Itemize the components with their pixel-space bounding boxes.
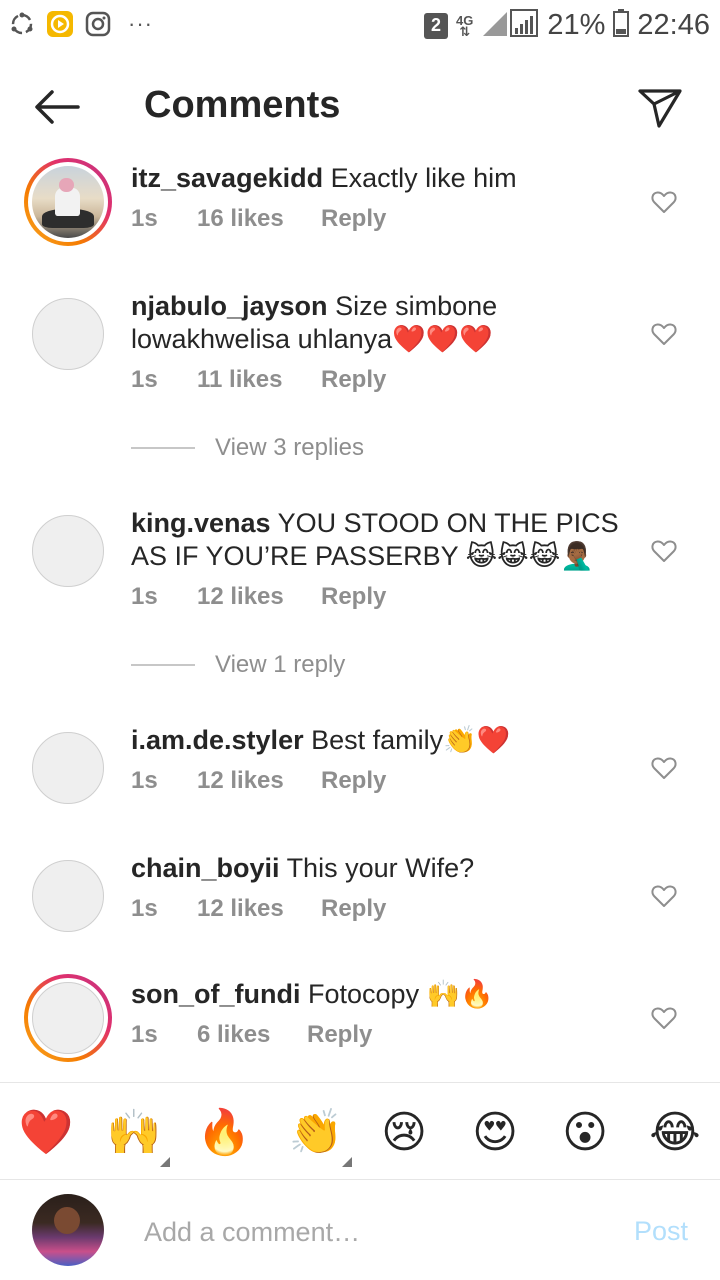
clock: 22:46 xyxy=(637,9,710,41)
comment-username[interactable]: son_of_fundi xyxy=(131,979,301,1009)
heart-outline-icon xyxy=(651,540,677,562)
play-app-icon xyxy=(46,10,74,38)
comment-username[interactable]: king.venas xyxy=(131,508,271,538)
more-notifications-icon: ··· xyxy=(128,11,153,36)
emoji-laugh-button[interactable]: 😂 xyxy=(647,1105,703,1161)
comment-time: 1s xyxy=(131,366,158,393)
comment-text: njabulo_jayson Size simbone lowakhwelisa… xyxy=(131,291,498,354)
comment-text: chain_boyii This your Wife? xyxy=(131,853,475,883)
reply-button[interactable]: Reply xyxy=(321,583,386,611)
comment-input[interactable] xyxy=(144,1210,584,1254)
comment-likes[interactable]: 12 likes xyxy=(197,583,321,611)
reply-button[interactable]: Reply xyxy=(321,205,386,233)
like-comment-button[interactable] xyxy=(648,535,680,567)
sync-icon xyxy=(8,10,36,38)
view-replies-button[interactable]: View 3 replies xyxy=(131,434,364,462)
my-avatar[interactable] xyxy=(32,1194,104,1266)
comment-meta: 1s 16 likes Reply xyxy=(131,205,631,233)
comment-username[interactable]: chain_boyii xyxy=(131,853,280,883)
profile-photo xyxy=(32,982,104,1054)
commenter-avatar[interactable] xyxy=(24,290,112,378)
profile-photo xyxy=(32,860,104,932)
emoji-heart-button[interactable]: ❤️ xyxy=(18,1105,74,1161)
page-title: Comments xyxy=(144,84,341,126)
sim-badge: 2 xyxy=(424,12,449,39)
comment-username[interactable]: itz_savagekidd xyxy=(131,163,323,193)
comment-time: 1s xyxy=(131,895,158,922)
emoji-cry-button[interactable]: 😢 xyxy=(376,1105,432,1161)
comment-username[interactable]: njabulo_jayson xyxy=(131,291,328,321)
comment-meta: 1s 11 likes Reply xyxy=(131,366,631,394)
replies-divider xyxy=(131,664,195,666)
comment-meta: 1s 12 likes Reply xyxy=(131,583,631,611)
comment-meta: 1s 12 likes Reply xyxy=(131,767,631,795)
battery-icon xyxy=(613,9,630,42)
emoji-surprised-button[interactable]: 😮 xyxy=(557,1105,613,1161)
back-button[interactable] xyxy=(26,82,86,132)
comment-text: king.venas YOU STOOD ON THE PICS AS IF Y… xyxy=(131,508,619,571)
header: Comments xyxy=(0,60,720,152)
comment-meta: 1s 6 likes Reply xyxy=(131,1021,631,1049)
profile-photo xyxy=(32,298,104,370)
comment-username[interactable]: i.am.de.styler xyxy=(131,725,304,755)
comment-time: 1s xyxy=(131,767,158,794)
comment-time: 1s xyxy=(131,583,158,610)
skin-tone-indicator-icon xyxy=(160,1157,170,1167)
network-type: 4G ⇅ xyxy=(456,12,474,39)
like-comment-button[interactable] xyxy=(648,186,680,218)
battery-percent: 21% xyxy=(547,9,606,41)
reply-button[interactable]: Reply xyxy=(321,366,386,394)
comment-text: son_of_fundi Fotocopy 🙌🔥 xyxy=(131,979,494,1009)
commenter-avatar[interactable] xyxy=(24,852,112,940)
status-bar: ··· 2 4G ⇅ 21% 22:46 xyxy=(0,0,720,50)
profile-photo xyxy=(32,515,104,587)
like-comment-button[interactable] xyxy=(648,318,680,350)
comment-text: itz_savagekidd Exactly like him xyxy=(131,163,517,193)
instagram-icon xyxy=(84,10,112,38)
comment-meta: 1s 12 likes Reply xyxy=(131,895,631,923)
signal-icon xyxy=(481,8,539,43)
reply-button[interactable]: Reply xyxy=(321,895,386,923)
like-comment-button[interactable] xyxy=(648,1002,680,1034)
comment-time: 1s xyxy=(131,205,158,232)
reply-button[interactable]: Reply xyxy=(307,1021,372,1049)
share-button[interactable] xyxy=(632,80,688,136)
like-comment-button[interactable] xyxy=(648,752,680,784)
view-replies-button[interactable]: View 1 reply xyxy=(131,651,345,679)
emoji-clap-button[interactable]: 👏 xyxy=(288,1105,352,1167)
commenter-avatar[interactable] xyxy=(24,974,112,1062)
comment-likes[interactable]: 11 likes xyxy=(197,366,321,394)
comment-time: 1s xyxy=(131,1021,158,1048)
heart-outline-icon xyxy=(651,191,677,213)
arrow-left-icon xyxy=(35,90,80,124)
comment-text: i.am.de.styler Best family👏❤️ xyxy=(131,725,511,755)
view-replies-label: View 3 replies xyxy=(215,434,364,461)
skin-tone-indicator-icon xyxy=(342,1157,352,1167)
emoji-quick-bar: ❤️ 🙌 🔥 👏 😢 😍 😮 😂 xyxy=(0,1082,720,1180)
emoji-raised-hands-button[interactable]: 🙌 xyxy=(106,1105,170,1167)
profile-photo xyxy=(32,732,104,804)
commenter-avatar[interactable] xyxy=(24,158,112,246)
commenter-avatar[interactable] xyxy=(24,507,112,595)
paper-plane-icon xyxy=(638,89,682,128)
comment-likes[interactable]: 16 likes xyxy=(197,205,321,233)
replies-divider xyxy=(131,447,195,449)
profile-photo xyxy=(32,166,104,238)
comment-likes[interactable]: 6 likes xyxy=(197,1021,307,1049)
comment-composer: Post xyxy=(0,1180,720,1280)
like-comment-button[interactable] xyxy=(648,880,680,912)
heart-outline-icon xyxy=(651,1007,677,1029)
heart-outline-icon xyxy=(651,323,677,345)
commenter-avatar[interactable] xyxy=(24,724,112,812)
heart-outline-icon xyxy=(651,757,677,779)
comments-list[interactable]: itz_savagekidd Exactly like him 1s 16 li… xyxy=(0,152,720,1082)
emoji-heart-eyes-button[interactable]: 😍 xyxy=(467,1105,523,1161)
emoji-fire-button[interactable]: 🔥 xyxy=(196,1105,252,1161)
reply-button[interactable]: Reply xyxy=(321,767,386,795)
comment-likes[interactable]: 12 likes xyxy=(197,767,321,795)
comment-likes[interactable]: 12 likes xyxy=(197,895,321,923)
view-replies-label: View 1 reply xyxy=(215,651,346,678)
heart-outline-icon xyxy=(651,885,677,907)
post-button[interactable]: Post xyxy=(634,1216,688,1247)
